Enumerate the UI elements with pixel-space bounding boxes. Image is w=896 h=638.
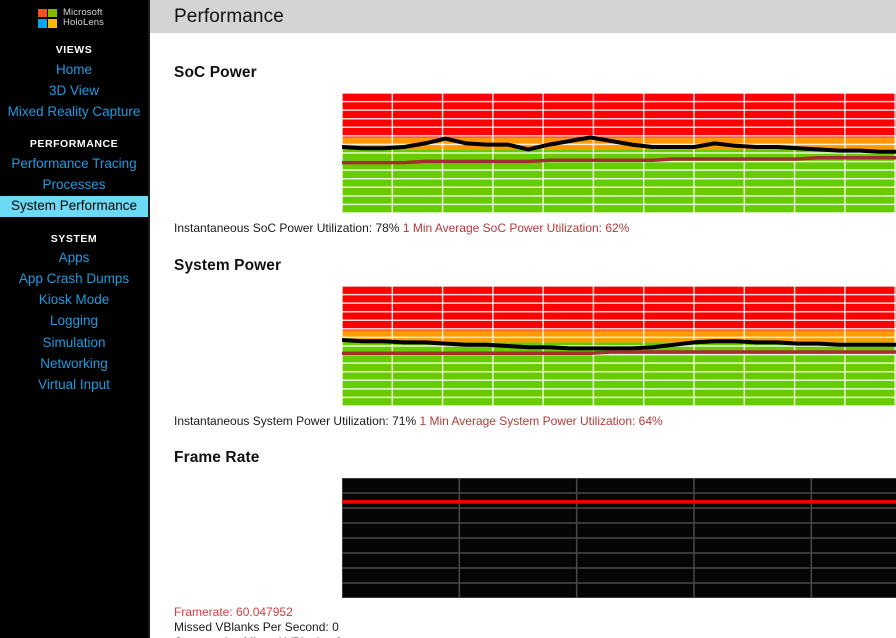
- sidebar-item-kiosk-mode[interactable]: Kiosk Mode: [0, 290, 148, 311]
- sidebar-item-performance-tracing[interactable]: Performance Tracing: [0, 153, 148, 174]
- soc-power-legend-wrap: Instantaneous SoC Power Utilization: 78%…: [150, 213, 896, 236]
- system-power-heading: System Power: [174, 257, 282, 274]
- titlebar: Performance: [150, 0, 896, 33]
- system-power-legend: Instantaneous System Power Utilization: …: [174, 414, 896, 429]
- logo-square-bottom-right: [48, 18, 57, 28]
- nav-heading-system: SYSTEM: [50, 232, 98, 245]
- system-average-value: 1 Min Average System Power Utilization: …: [419, 414, 663, 428]
- framerate-value: Framerate: 60.047952: [174, 605, 293, 619]
- soc-instantaneous-value: Instantaneous SoC Power Utilization: 78%: [174, 221, 400, 235]
- frame-rate-chart-wrap: [150, 478, 896, 598]
- frame-rate-chart[interactable]: [342, 478, 896, 598]
- sidebar-item-networking[interactable]: Networking: [0, 353, 148, 374]
- sidebar-item-processes[interactable]: Processes: [0, 174, 148, 195]
- sidebar-item-simulation[interactable]: Simulation: [0, 332, 148, 353]
- main-content: Performance SoC Power Instantaneous SoC …: [150, 0, 896, 638]
- frame-rate-heading: Frame Rate: [174, 449, 260, 466]
- sidebar-item-app-crash-dumps[interactable]: App Crash Dumps: [0, 269, 148, 290]
- section-soc-power: SoC Power: [150, 33, 896, 82]
- sidebar-item-virtual-input[interactable]: Virtual Input: [0, 374, 148, 395]
- system-power-legend-wrap: Instantaneous System Power Utilization: …: [150, 406, 896, 429]
- nav-group-views: VIEWS Home 3D View Mixed Reality Capture: [0, 42, 148, 122]
- sidebar: Microsoft HoloLens VIEWS Home 3D View Mi…: [0, 0, 150, 638]
- nav-group-system: SYSTEM Apps App Crash Dumps Kiosk Mode L…: [0, 231, 148, 396]
- section-system-power: System Power: [150, 236, 896, 275]
- logo-square-top-left: [38, 8, 47, 18]
- sidebar-item-apps[interactable]: Apps: [0, 248, 148, 269]
- page-title: Performance: [174, 5, 284, 27]
- sidebar-item-system-performance[interactable]: System Performance: [0, 195, 148, 217]
- logo-square-bottom-left: [38, 18, 47, 28]
- sidebar-item-home[interactable]: Home: [0, 59, 148, 80]
- brand-text: Microsoft HoloLens: [63, 7, 104, 29]
- soc-power-chart-wrap: [150, 93, 896, 213]
- sidebar-item-3d-view[interactable]: 3D View: [0, 80, 148, 101]
- soc-average-value: 1 Min Average SoC Power Utilization: 62%: [402, 221, 630, 235]
- nav-heading-views: VIEWS: [55, 44, 93, 56]
- brand-line-2: HoloLens: [63, 17, 104, 28]
- microsoft-logo-icon: [38, 8, 57, 28]
- app-root: Microsoft HoloLens VIEWS Home 3D View Mi…: [0, 0, 896, 638]
- section-frame-rate: Frame Rate: [150, 429, 896, 467]
- nav-heading-performance: PERFORMANCE: [29, 138, 119, 151]
- soc-power-legend: Instantaneous SoC Power Utilization: 78%…: [174, 221, 896, 236]
- sidebar-item-mixed-reality-capture[interactable]: Mixed Reality Capture: [0, 101, 148, 122]
- logo-square-top-right: [48, 8, 57, 18]
- frame-rate-stats: Framerate: 60.047952 Missed VBlanks Per …: [150, 598, 896, 638]
- soc-power-heading: SoC Power: [174, 64, 257, 81]
- nav-group-performance: PERFORMANCE Performance Tracing Processe…: [0, 136, 148, 217]
- missed-vblanks-per-second: Missed VBlanks Per Second: 0: [174, 620, 339, 635]
- sidebar-item-logging[interactable]: Logging: [0, 311, 148, 332]
- brand-logo: Microsoft HoloLens: [0, 0, 148, 30]
- soc-power-chart[interactable]: [342, 93, 896, 213]
- system-power-chart-wrap: [150, 286, 896, 406]
- system-instantaneous-value: Instantaneous System Power Utilization: …: [174, 414, 417, 428]
- system-power-chart[interactable]: [342, 286, 896, 406]
